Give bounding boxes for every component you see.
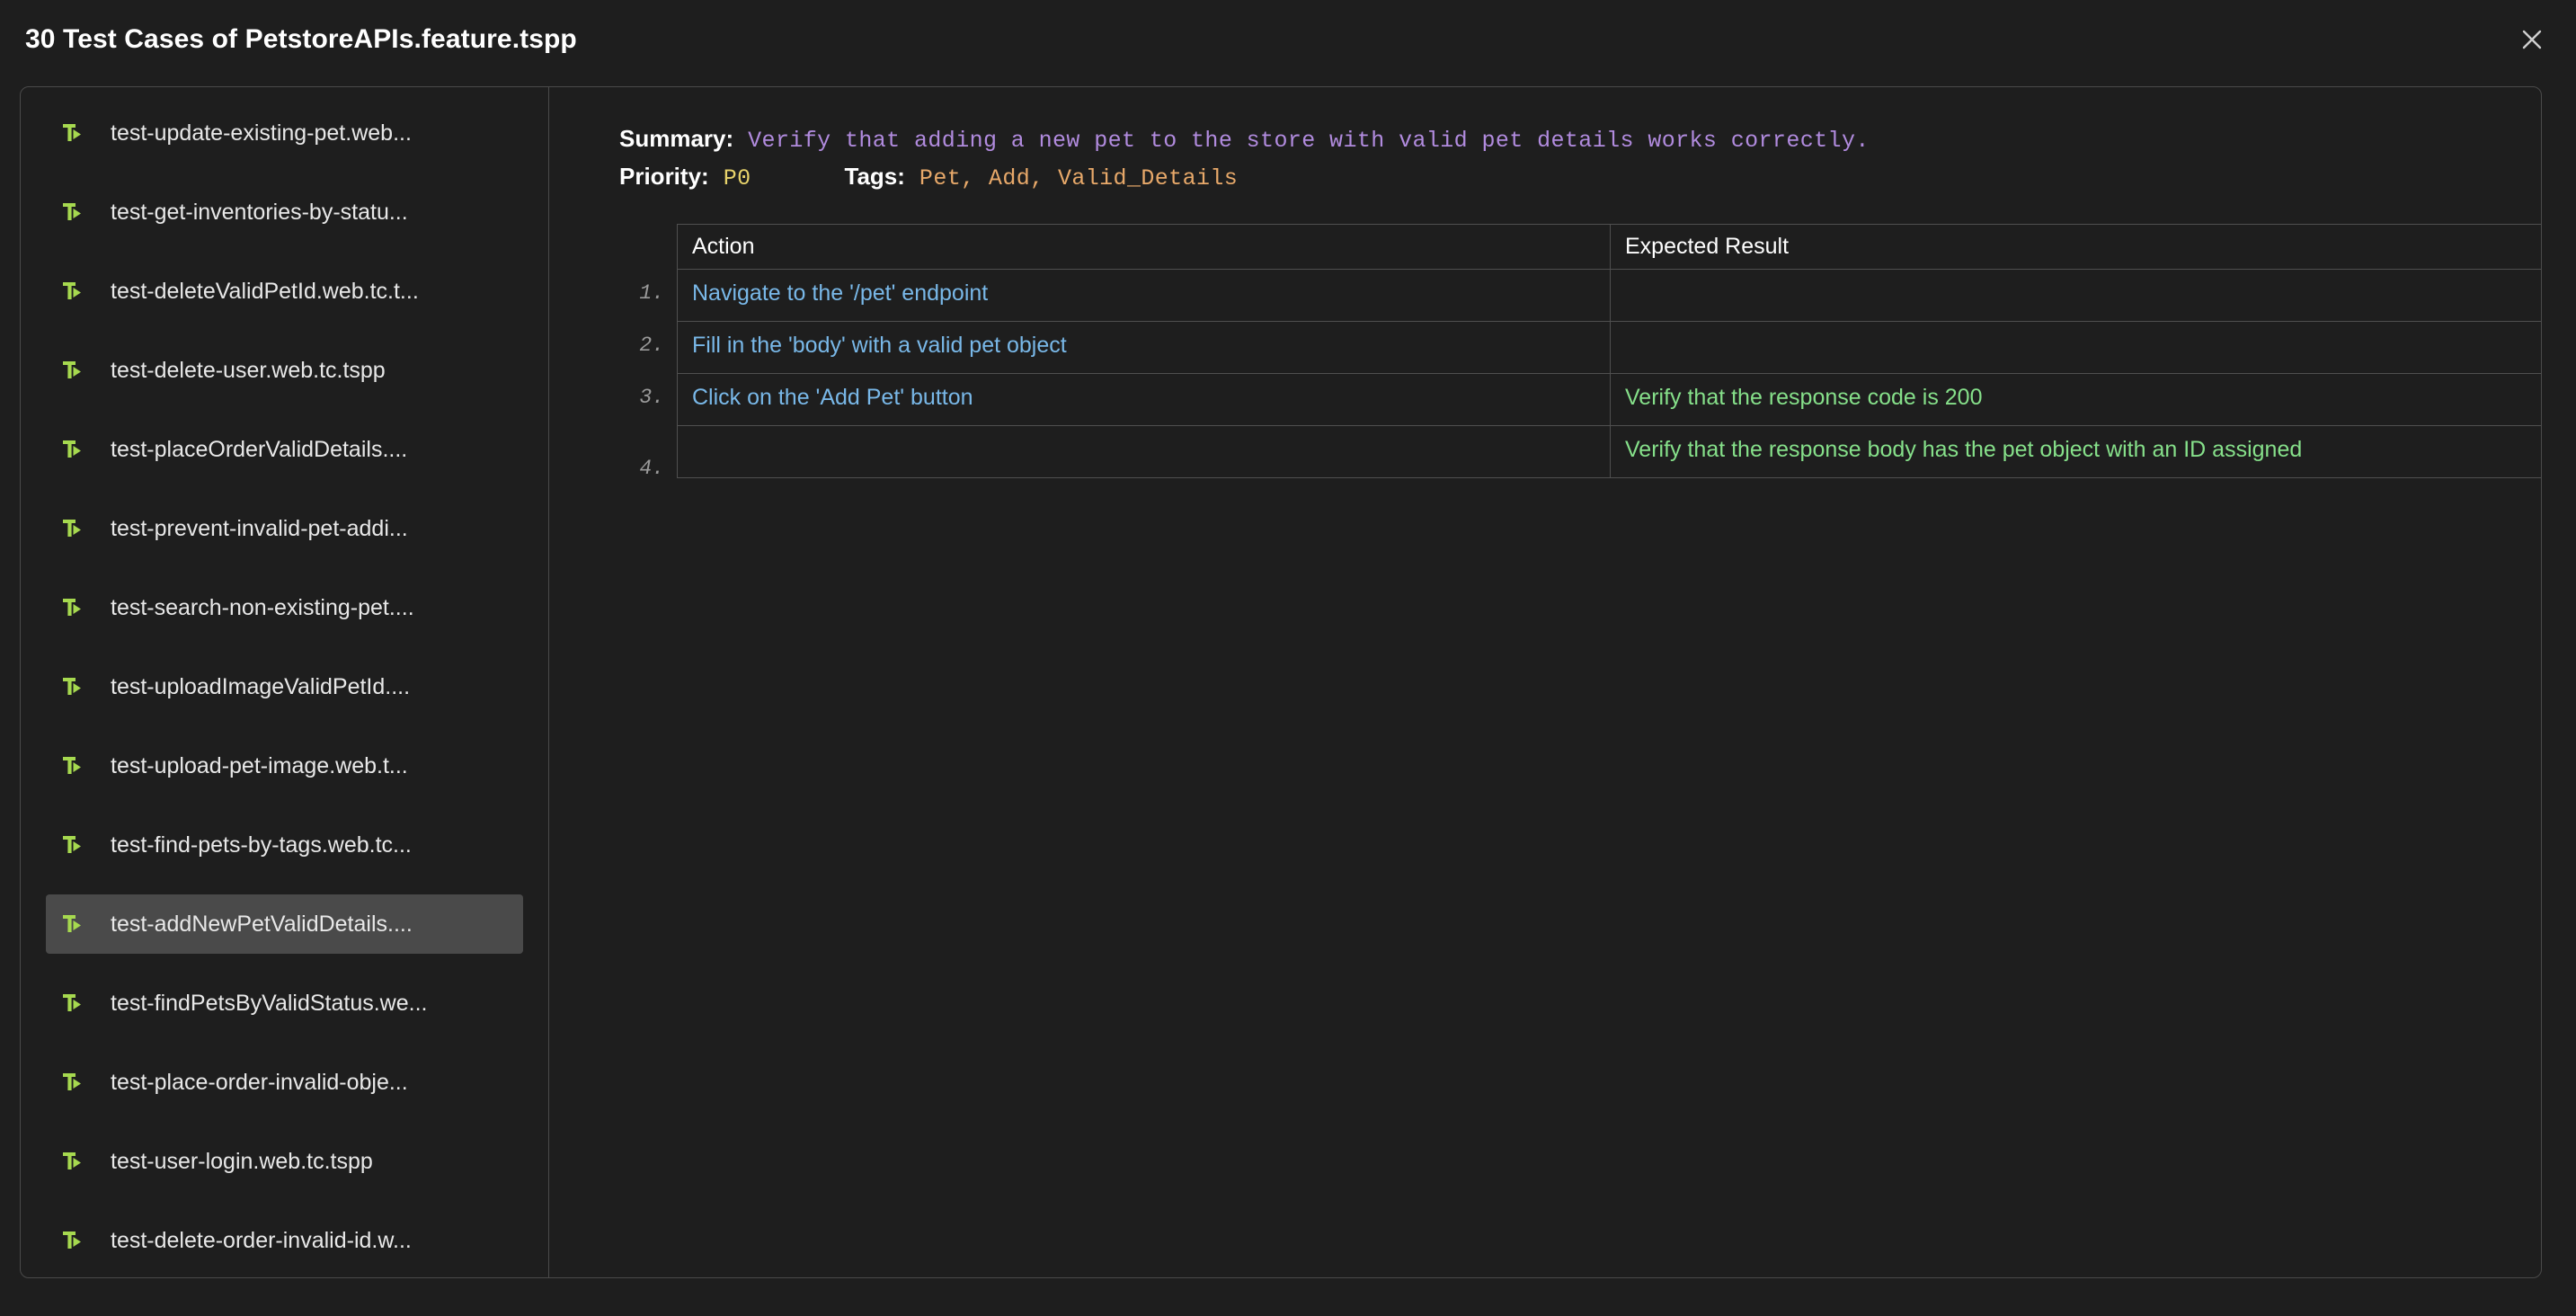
priority-label: Priority: <box>619 163 709 190</box>
step-number: 1. <box>639 281 664 305</box>
test-case-list-item[interactable]: test-user-login.web.tc.tspp <box>46 1132 523 1191</box>
test-case-icon <box>58 673 85 700</box>
table-row: Click on the 'Add Pet' button Verify that… <box>677 373 2541 426</box>
test-case-list-item[interactable]: test-upload-pet-image.web.t... <box>46 736 523 796</box>
table-row: Verify that the response body has the pe… <box>677 425 2541 478</box>
cell-action: Fill in the 'body' with a valid pet obje… <box>677 321 1611 374</box>
test-case-list-item[interactable]: test-find-pets-by-tags.web.tc... <box>46 815 523 875</box>
test-case-list-item[interactable]: test-delete-user.web.tc.tspp <box>46 341 523 400</box>
test-case-list-item-label: test-deleteValidPetId.web.tc.t... <box>111 278 419 304</box>
test-case-list-item-label: test-addNewPetValidDetails.... <box>111 911 413 937</box>
test-case-list-item[interactable]: test-update-existing-pet.web... <box>46 103 523 163</box>
table-row: Fill in the 'body' with a valid pet obje… <box>677 321 2541 374</box>
test-case-icon <box>58 436 85 463</box>
test-case-list-item[interactable]: test-deleteValidPetId.web.tc.t... <box>46 262 523 321</box>
test-case-list-item[interactable]: test-get-inventories-by-statu... <box>46 182 523 242</box>
summary-value: Verify that adding a new pet to the stor… <box>748 128 1870 154</box>
test-case-detail-pane: Summary: Verify that adding a new pet to… <box>549 87 2541 1277</box>
test-case-list-sidebar[interactable]: test-update-existing-pet.web... test-get-… <box>21 87 549 1277</box>
cell-action: Navigate to the '/pet' endpoint <box>677 269 1611 322</box>
test-case-icon <box>58 1227 85 1254</box>
test-case-list-item-label: test-user-login.web.tc.tspp <box>111 1148 373 1174</box>
step-number: 2. <box>639 333 664 357</box>
test-case-list-item[interactable]: test-uploadImageValidPetId.... <box>46 657 523 716</box>
test-case-browser-panel: test-update-existing-pet.web... test-get-… <box>20 86 2542 1278</box>
close-button[interactable] <box>2508 15 2556 64</box>
test-case-icon <box>58 515 85 542</box>
test-case-list-item[interactable]: test-findPetsByValidStatus.we... <box>46 974 523 1033</box>
tags-label: Tags: <box>844 163 905 190</box>
test-case-list-item-label: test-placeOrderValidDetails.... <box>111 436 408 462</box>
priority-tags-row: Priority: P0 Tags: Pet, Add, Valid_Detai… <box>619 163 2541 191</box>
cell-expected-result: Verify that the response body has the pe… <box>1610 425 2541 478</box>
test-case-list-item-label: test-prevent-invalid-pet-addi... <box>111 515 408 541</box>
test-case-icon <box>58 1148 85 1175</box>
column-header-expected-result: Expected Result <box>1610 224 2541 270</box>
table-header-row: Action Expected Result <box>677 224 2541 270</box>
test-case-icon <box>58 990 85 1017</box>
test-case-list-item[interactable]: test-place-order-invalid-obje... <box>46 1053 523 1112</box>
table-body: Navigate to the '/pet' endpoint Fill in t… <box>677 269 2541 478</box>
test-case-list-item-label: test-delete-order-invalid-id.w... <box>111 1227 412 1253</box>
test-case-list-item[interactable]: test-delete-order-invalid-id.w... <box>46 1211 523 1270</box>
cell-action: Click on the 'Add Pet' button <box>677 373 1611 426</box>
cell-expected-result <box>1610 269 2541 322</box>
priority-value: P0 <box>723 165 751 191</box>
test-steps-table: Action Expected Result Navigate to the '… <box>677 224 2541 478</box>
cell-expected-result: Verify that the response code is 200 <box>1610 373 2541 426</box>
cell-action <box>677 425 1611 478</box>
test-case-list-item-label: test-place-order-invalid-obje... <box>111 1069 408 1095</box>
window-titlebar: 30 Test Cases of PetstoreAPIs.feature.ts… <box>0 0 2576 79</box>
table-header: Action Expected Result <box>677 224 2541 270</box>
test-case-list-item-label: test-uploadImageValidPetId.... <box>111 673 411 699</box>
page-title: 30 Test Cases of PetstoreAPIs.feature.ts… <box>25 24 577 54</box>
test-case-icon <box>58 199 85 226</box>
test-case-icon <box>58 752 85 779</box>
test-case-icon <box>58 278 85 305</box>
test-case-icon <box>58 831 85 858</box>
test-case-list-item-label: test-findPetsByValidStatus.we... <box>111 990 428 1016</box>
summary-label: Summary: <box>619 125 734 152</box>
close-icon <box>2519 27 2545 52</box>
test-case-list-item[interactable]: test-addNewPetValidDetails.... <box>46 894 523 954</box>
test-case-icon <box>58 120 85 147</box>
test-case-list-item-label: test-update-existing-pet.web... <box>111 120 412 146</box>
test-case-list-item[interactable]: test-prevent-invalid-pet-addi... <box>46 499 523 558</box>
test-steps-section: 1. 2. 3. 4. Action Expected Result Navigate… <box>619 224 2541 513</box>
test-case-list-item[interactable]: test-placeOrderValidDetails.... <box>46 420 523 479</box>
step-number: 4. <box>639 457 664 480</box>
test-case-list-item-label: test-delete-user.web.tc.tspp <box>111 357 386 383</box>
test-case-icon <box>58 911 85 938</box>
test-case-icon <box>58 1069 85 1096</box>
test-case-icon <box>58 357 85 384</box>
test-case-list-item-label: test-get-inventories-by-statu... <box>111 199 408 225</box>
tags-value: Pet, Add, Valid_Details <box>919 165 1239 191</box>
step-number-gutter: 1. 2. 3. 4. <box>619 224 666 513</box>
test-case-list-item-label: test-search-non-existing-pet.... <box>111 594 414 620</box>
summary-row: Summary: Verify that adding a new pet to… <box>619 125 2541 154</box>
table-row: Navigate to the '/pet' endpoint <box>677 269 2541 322</box>
cell-expected-result <box>1610 321 2541 374</box>
test-case-list-item[interactable]: test-search-non-existing-pet.... <box>46 578 523 637</box>
test-case-list-item-label: test-upload-pet-image.web.t... <box>111 752 408 778</box>
test-case-icon <box>58 594 85 621</box>
column-header-action: Action <box>677 224 1611 270</box>
test-case-list-item-label: test-find-pets-by-tags.web.tc... <box>111 831 412 858</box>
step-number: 3. <box>639 386 664 409</box>
